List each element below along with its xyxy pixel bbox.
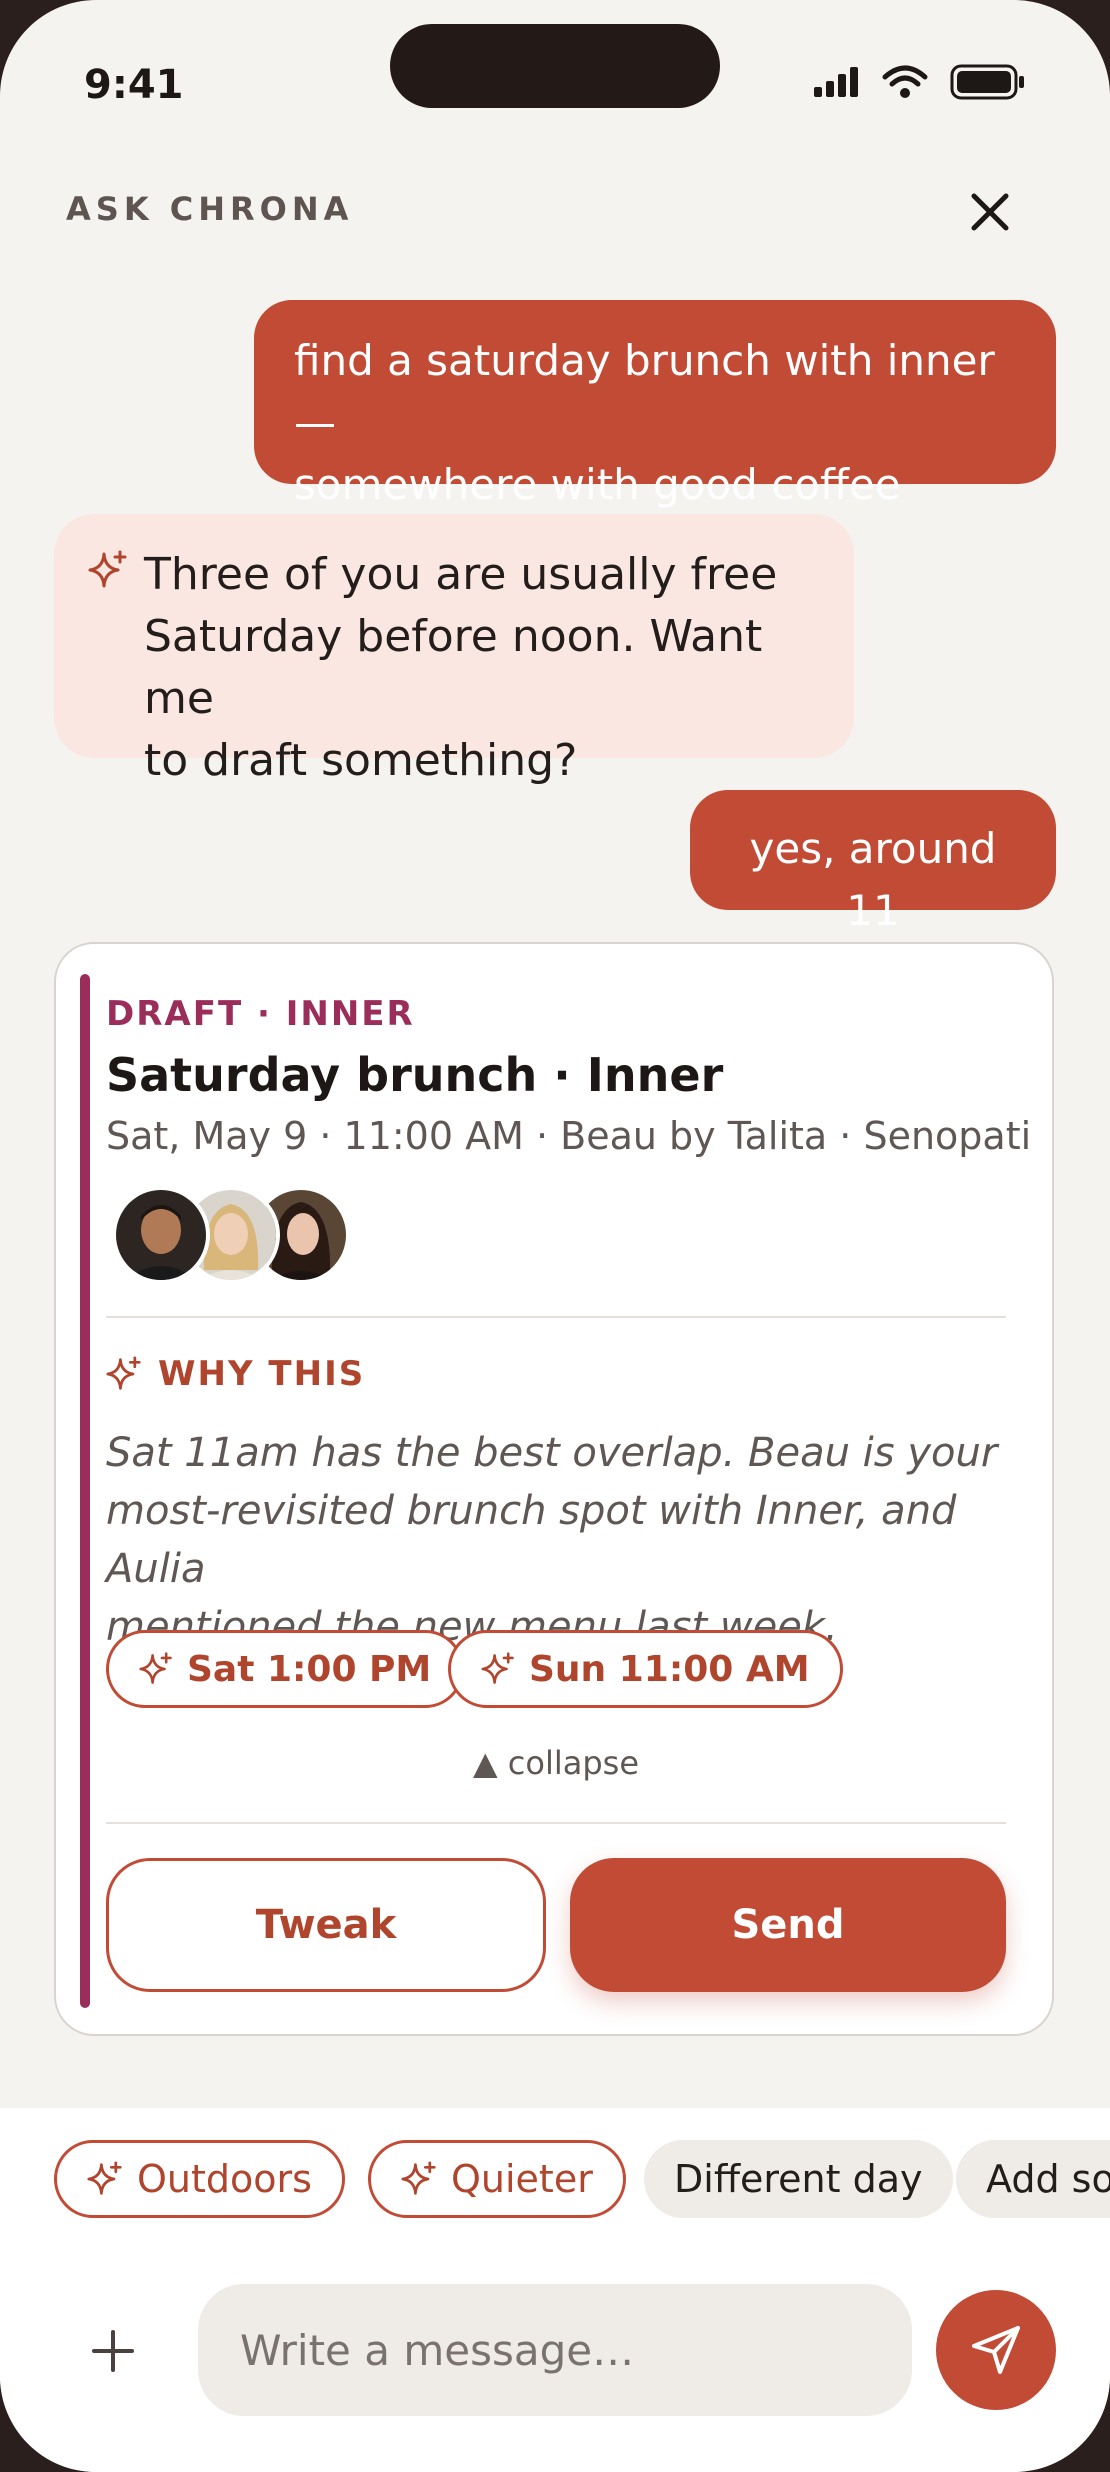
chip-label: Outdoors xyxy=(137,2157,312,2201)
add-attachment-button[interactable] xyxy=(80,2318,146,2384)
why-this-explanation: Sat 11am has the best overlap. Beau is y… xyxy=(106,1424,1026,1656)
wifi-icon xyxy=(882,65,928,98)
sparkle-icon xyxy=(106,1356,141,1390)
event-title: Saturday brunch · Inner xyxy=(106,1048,724,1102)
sparkle-icon xyxy=(87,2161,122,2195)
divider xyxy=(106,1316,1006,1318)
event-meta: Sat, May 9 · 11:00 AM · Beau by Talita ·… xyxy=(106,1114,1032,1158)
chip-label: Add someone xyxy=(986,2157,1110,2201)
explanation-line: Sat 11am has the best overlap. Beau is y… xyxy=(106,1430,998,1476)
why-this-label: WHY THIS xyxy=(106,1354,365,1394)
avatar xyxy=(112,1186,210,1284)
suggestion-chips: Outdoors Quieter Different day Add someo… xyxy=(54,2140,1110,2218)
message-input[interactable] xyxy=(198,2284,912,2416)
suggestion-chip[interactable]: Add someone xyxy=(956,2140,1110,2218)
sparkle-icon xyxy=(88,550,127,588)
close-button[interactable] xyxy=(962,184,1018,240)
user-message-bubble: yes, around 11 xyxy=(690,790,1056,935)
collapse-toggle[interactable]: ▲ collapse xyxy=(56,1744,1052,1782)
battery-icon xyxy=(950,64,1024,100)
chip-label: Sun 11:00 AM xyxy=(529,1648,810,1690)
sparkle-icon xyxy=(481,1652,514,1684)
explanation-line: most-revisited brunch spot with Inner, a… xyxy=(106,1488,957,1592)
draft-event-card: DRAFT · INNER Saturday brunch · Inner Sa… xyxy=(54,942,1054,2036)
tweak-button[interactable]: Tweak xyxy=(106,1858,546,1992)
sparkle-icon xyxy=(139,1652,172,1684)
alternative-time-chip[interactable]: Sun 11:00 AM xyxy=(448,1630,843,1708)
draft-tag: DRAFT · INNER xyxy=(106,994,415,1034)
send-button[interactable]: Send xyxy=(570,1858,1006,1992)
sparkle-icon xyxy=(401,2161,436,2195)
status-time: 9:41 xyxy=(84,62,184,108)
chip-label: Different day xyxy=(674,2157,923,2201)
user-message-bubble: find a saturday brunch with inner — some… xyxy=(254,300,1056,509)
card-accent-bar xyxy=(80,974,90,2008)
alternative-time-chip[interactable]: Sat 1:00 PM xyxy=(106,1630,465,1708)
suggestion-chip[interactable]: Quieter xyxy=(368,2140,626,2218)
assistant-message-line: Three of you are usually free xyxy=(144,549,778,600)
user-message-line: find a saturday brunch with inner — xyxy=(294,336,995,447)
assistant-message-line: Saturday before noon. Want me xyxy=(144,611,763,724)
close-icon xyxy=(971,193,1009,231)
chip-label: Quieter xyxy=(451,2157,593,2201)
user-message-line: somewhere with good coffee xyxy=(294,460,901,509)
dynamic-island xyxy=(390,24,720,108)
assistant-message-line: to draft something? xyxy=(144,735,578,786)
status-icons xyxy=(814,64,1026,100)
assistant-message-bubble: Three of you are usually free Saturday b… xyxy=(54,514,854,786)
chip-label: Sat 1:00 PM xyxy=(187,1648,432,1690)
suggestion-chip[interactable]: Different day xyxy=(644,2140,953,2218)
paper-plane-icon xyxy=(972,2326,1020,2374)
attendee-avatars xyxy=(112,1186,372,1286)
divider xyxy=(106,1822,1006,1824)
why-this-text: WHY THIS xyxy=(158,1354,366,1394)
send-message-button[interactable] xyxy=(936,2290,1056,2410)
plus-icon xyxy=(92,2330,134,2372)
signal-icon xyxy=(814,67,858,97)
suggestion-chip[interactable]: Outdoors xyxy=(54,2140,345,2218)
page-title: ASK CHRONA xyxy=(66,190,354,228)
person-avatar-icon xyxy=(116,1190,206,1280)
phone-screen: 9:41 ASK CHRONA find a saturday brunch w… xyxy=(0,0,1110,2472)
